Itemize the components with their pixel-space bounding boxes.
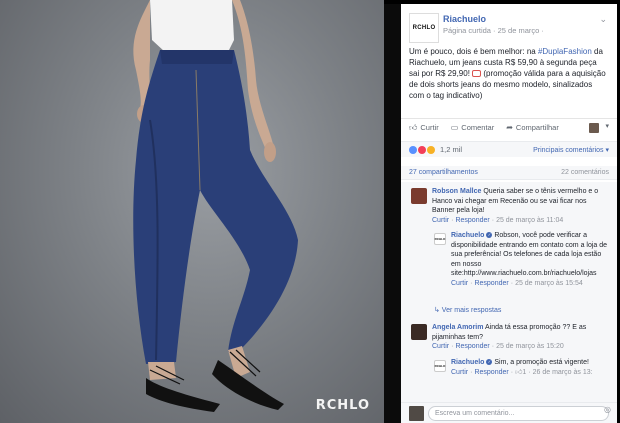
love-reaction-icon (418, 145, 426, 154)
reaction-count: 1,2 mil (440, 145, 463, 154)
comment-author[interactable]: Robson Mallce (432, 188, 481, 195)
comment-item: Angela Amorim Ainda tá essa promoção ?? … (432, 323, 610, 352)
reply-item: Riachuelo ✓ Robson, você pode verificar … (451, 231, 611, 288)
reply-reply-link[interactable]: Responder (474, 369, 508, 376)
like-button[interactable]: 👍︎ Curtir (409, 123, 439, 133)
avatar[interactable]: RCHLO (434, 233, 446, 245)
viewer-avatar[interactable] (589, 123, 599, 133)
comment-item: Robson Mallce Queria saber se o tênis ve… (432, 187, 610, 225)
avatar[interactable]: RCHLO (434, 360, 446, 372)
comment-meta: Curtir · Responder · 25 de março às 11:04 (432, 216, 564, 224)
share-button[interactable]: ➦ Compartilhar (506, 123, 559, 132)
camera-icon[interactable]: ◎ (604, 405, 611, 414)
post-photo[interactable]: RCHLO (0, 0, 384, 423)
verified-badge-icon: ✓ (486, 359, 493, 366)
page-name-link[interactable]: Riachuelo (443, 14, 486, 24)
post-sidebar: RCHLO Riachuelo Página curtida · 25 de m… (401, 4, 617, 423)
post-text-part: Um é pouco, dois é bem melhor: na (409, 47, 538, 56)
comment-time[interactable]: 25 de março às 11:04 (496, 217, 563, 224)
thumbs-up-icon: 👍︎ (409, 122, 418, 132)
reply-time[interactable]: 25 de março às 15:54 (515, 280, 583, 287)
share-icon: ➦ (506, 123, 513, 132)
screenshot-root: RCHLO RCHLO Riachuelo Página curtida · 2… (0, 0, 620, 423)
comment-input[interactable]: Escreva um comentário... (428, 406, 609, 421)
comment-reply-link[interactable]: Responder (455, 217, 489, 224)
comment-sort-dropdown[interactable]: Principais comentários ▾ (533, 146, 609, 154)
shares-count-link[interactable]: 27 compartilhamentos (409, 169, 478, 176)
reply-like-link[interactable]: Curtir (451, 369, 468, 376)
comment-meta: Curtir · Responder · 25 de março às 15:20 (432, 343, 564, 350)
emoji-icon (472, 70, 482, 78)
like-reaction-icon (409, 145, 417, 154)
model-jeans-illustration (133, 0, 298, 412)
reply-text: Sim, a promoção está vigente! (494, 359, 589, 366)
post-actions-bar: 👍︎ Curtir ▭ Comentar ➦ Compartilhar ▾ (401, 118, 617, 136)
reactions-summary[interactable]: 1,2 mil Principais comentários ▾ (401, 141, 617, 157)
reply-item: Riachuelo ✓ Sim, a promoção está vigente… (451, 358, 611, 377)
reply-author[interactable]: Riachuelo (451, 359, 484, 366)
more-replies-link[interactable]: ↳ Ver mais respostas (434, 306, 501, 314)
caret-down-icon[interactable]: ▾ (605, 122, 609, 130)
comment-reply-link[interactable]: Responder (455, 343, 489, 350)
brand-watermark: RCHLO (315, 398, 370, 413)
reply-reply-link[interactable]: Responder (474, 280, 508, 287)
comment-author[interactable]: Angela Amorim (432, 324, 483, 331)
avatar[interactable] (411, 324, 427, 340)
post-timestamp[interactable]: Página curtida · 25 de março · (443, 26, 544, 35)
page-avatar[interactable]: RCHLO (409, 13, 439, 43)
comment-like-link[interactable]: Curtir (432, 217, 449, 224)
reply-like-link[interactable]: Curtir (451, 280, 468, 287)
comment-button[interactable]: ▭ Comentar (451, 123, 495, 132)
comments-list: Robson Mallce Queria saber se o tênis ve… (401, 182, 617, 402)
reply-time[interactable]: 26 de março às 13: (533, 369, 593, 376)
chevron-down-icon[interactable]: ⌄ (599, 14, 607, 25)
haha-reaction-icon (427, 145, 435, 154)
write-comment-bar: Escreva um comentário... ◎ (401, 402, 617, 423)
comment-icon: ▭ (450, 123, 459, 132)
reply-meta: Curtir · Responder · 25 de março às 15:54 (451, 279, 583, 287)
share-label: Compartilhar (515, 123, 559, 132)
post-stats: 27 compartilhamentos 22 comentários (401, 166, 617, 180)
post-text: Um é pouco, dois é bem melhor: na #Dupla… (401, 44, 617, 116)
comments-count[interactable]: 22 comentários (561, 169, 609, 176)
verified-badge-icon: ✓ (486, 232, 493, 239)
like-label: Curtir (420, 123, 439, 132)
comment-time[interactable]: 25 de março às 15:20 (496, 343, 564, 350)
avatar[interactable] (411, 188, 427, 204)
reply-author[interactable]: Riachuelo (451, 232, 484, 239)
viewer-avatar (409, 406, 424, 421)
reply-meta: Curtir · Responder · 👍︎1 · 26 de março às 13: (451, 368, 593, 376)
hashtag-link[interactable]: #DuplaFashion (538, 47, 592, 56)
post-header: RCHLO Riachuelo Página curtida · 25 de m… (401, 4, 617, 44)
comment-like-link[interactable]: Curtir (432, 343, 449, 350)
comment-label: Comentar (461, 123, 495, 132)
reply-like-count: 1 (522, 368, 527, 376)
